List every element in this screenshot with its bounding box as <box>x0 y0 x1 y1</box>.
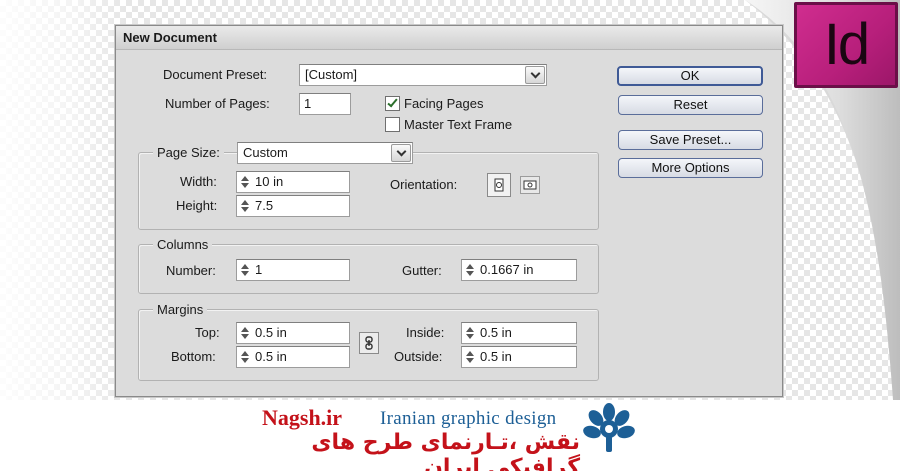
portrait-orientation-icon[interactable] <box>487 173 511 197</box>
facing-pages-checkbox[interactable] <box>385 96 400 111</box>
inside-margin-label: Inside: <box>406 325 445 340</box>
checkmark-icon <box>387 96 398 108</box>
pages-label: Number of Pages: <box>165 96 270 111</box>
stepper-arrows-icon[interactable] <box>239 174 251 190</box>
persian-tagline: نقش ،تـارنمای طرح های گرافیکی ایران <box>311 430 580 471</box>
column-number-label: Number: <box>166 263 216 278</box>
stepper-arrows-icon[interactable] <box>239 198 251 214</box>
site-tagline: Iranian graphic design <box>380 408 557 429</box>
ok-button[interactable]: OK <box>617 66 763 86</box>
preset-dropdown[interactable]: [Custom] <box>299 64 547 86</box>
orientation-label: Orientation: <box>390 177 458 192</box>
site-name: Nagsh.ir <box>262 405 343 430</box>
stepper-arrows-icon[interactable] <box>239 262 251 278</box>
more-options-button[interactable]: More Options <box>618 158 763 178</box>
outside-margin-label: Outside: <box>394 349 443 364</box>
gutter-label: Gutter: <box>402 263 442 278</box>
reset-button[interactable]: Reset <box>618 95 763 115</box>
height-label: Height: <box>176 198 218 213</box>
new-document-dialog: New Document Document Preset: [Custom] N… <box>115 25 783 397</box>
flower-logo-icon <box>583 403 635 452</box>
outside-margin-stepper[interactable]: 0.5 in <box>461 346 577 368</box>
save-preset-button[interactable]: Save Preset... <box>618 130 763 150</box>
facing-pages-label: Facing Pages <box>404 96 484 111</box>
stepper-arrows-icon[interactable] <box>464 262 476 278</box>
pages-input[interactable]: 1 <box>299 93 351 115</box>
master-text-frame-checkbox[interactable] <box>385 117 400 132</box>
page-size-dropdown[interactable]: Custom <box>237 142 413 164</box>
width-stepper[interactable]: 10 in <box>236 171 350 193</box>
stepper-arrows-icon[interactable] <box>239 349 251 365</box>
margins-title: Margins <box>153 302 208 317</box>
top-margin-label: Top: <box>195 325 220 340</box>
page-size-label: Page Size: <box>153 145 224 160</box>
indesign-logo: Id <box>794 2 898 88</box>
preset-label: Document Preset: <box>163 67 268 82</box>
master-text-frame-label: Master Text Frame <box>404 117 513 132</box>
columns-title: Columns <box>153 237 213 252</box>
bottom-margin-stepper[interactable]: 0.5 in <box>236 346 350 368</box>
height-stepper[interactable]: 7.5 <box>236 195 350 217</box>
stepper-arrows-icon[interactable] <box>239 325 251 341</box>
column-number-stepper[interactable]: 1 <box>236 259 350 281</box>
chain-link-icon[interactable] <box>359 332 379 354</box>
dialog-title: New Document <box>116 26 782 50</box>
width-label: Width: <box>180 174 217 189</box>
landscape-orientation-icon[interactable] <box>520 176 540 194</box>
stepper-arrows-icon[interactable] <box>464 325 476 341</box>
chevron-down-icon[interactable] <box>525 66 545 84</box>
bottom-margin-label: Bottom: <box>171 349 216 364</box>
inside-margin-stepper[interactable]: 0.5 in <box>461 322 577 344</box>
gutter-stepper[interactable]: 0.1667 in <box>461 259 577 281</box>
stepper-arrows-icon[interactable] <box>464 349 476 365</box>
chevron-down-icon[interactable] <box>391 144 411 162</box>
top-margin-stepper[interactable]: 0.5 in <box>236 322 350 344</box>
